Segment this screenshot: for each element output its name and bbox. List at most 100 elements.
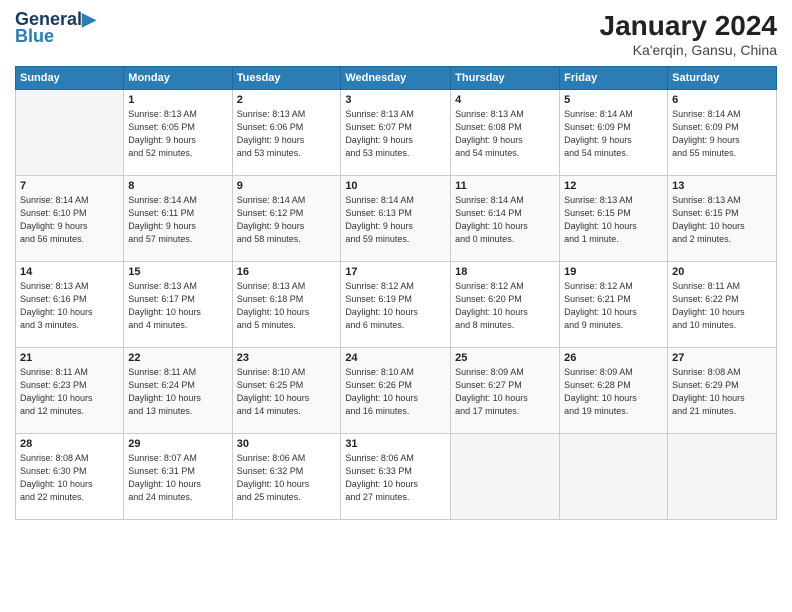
day-info: Sunrise: 8:06 AM Sunset: 6:32 PM Dayligh… xyxy=(237,452,337,504)
table-row: 23 Sunrise: 8:10 AM Sunset: 6:25 PM Dayli… xyxy=(232,348,341,434)
table-row: 11Sunrise: 8:14 AM Sunset: 6:14 PM Dayli… xyxy=(451,176,560,262)
day-info: Sunrise: 8:08 AM Sunset: 6:29 PM Dayligh… xyxy=(672,366,772,418)
day-number: 18 xyxy=(455,266,555,278)
day-info: Sunrise: 8:14 AM Sunset: 6:11 PM Dayligh… xyxy=(128,194,227,246)
table-row xyxy=(560,434,668,520)
col-sunday: Sunday xyxy=(16,67,124,90)
logo-blue: Blue xyxy=(15,26,54,47)
day-info: Sunrise: 8:13 AM Sunset: 6:15 PM Dayligh… xyxy=(564,194,663,246)
table-row: 10 Sunrise: 8:14 AM Sunset: 6:13 PM Dayli… xyxy=(341,176,451,262)
col-friday: Friday xyxy=(560,67,668,90)
day-number: 9 xyxy=(237,180,337,192)
table-row: 12 Sunrise: 8:13 AM Sunset: 6:15 PM Dayli… xyxy=(560,176,668,262)
day-info: Sunrise: 8:14 AM Sunset: 6:13 PM Dayligh… xyxy=(345,194,446,246)
table-row: 1 Sunrise: 8:13 AM Sunset: 6:05 PM Daylig… xyxy=(124,90,232,176)
day-number: 27 xyxy=(672,352,772,364)
page: General▶ Blue January 2024 Ka'erqin, Gan… xyxy=(0,0,792,612)
day-number: 4 xyxy=(455,94,555,106)
title-block: January 2024 Ka'erqin, Gansu, China xyxy=(600,10,777,58)
table-row: 26 Sunrise: 8:09 AM Sunset: 6:28 PM Dayli… xyxy=(560,348,668,434)
day-number: 26 xyxy=(564,352,663,364)
day-info: Sunrise: 8:12 AM Sunset: 6:21 PM Dayligh… xyxy=(564,280,663,332)
table-row: 8 Sunrise: 8:14 AM Sunset: 6:11 PM Daylig… xyxy=(124,176,232,262)
table-row: 3 Sunrise: 8:13 AM Sunset: 6:07 PM Daylig… xyxy=(341,90,451,176)
table-row: 25Sunrise: 8:09 AM Sunset: 6:27 PM Dayli… xyxy=(451,348,560,434)
table-row xyxy=(16,90,124,176)
table-row: 19 Sunrise: 8:12 AM Sunset: 6:21 PM Dayli… xyxy=(560,262,668,348)
day-number: 24 xyxy=(345,352,446,364)
table-row: 9 Sunrise: 8:14 AM Sunset: 6:12 PM Daylig… xyxy=(232,176,341,262)
col-thursday: Thursday xyxy=(451,67,560,90)
table-row: 24 Sunrise: 8:10 AM Sunset: 6:26 PM Dayli… xyxy=(341,348,451,434)
table-row: 22 Sunrise: 8:11 AM Sunset: 6:24 PM Dayli… xyxy=(124,348,232,434)
table-row xyxy=(451,434,560,520)
day-number: 14 xyxy=(20,266,119,278)
main-title: January 2024 xyxy=(600,10,777,42)
table-row: 18 Sunrise: 8:12 AM Sunset: 6:20 PM Dayli… xyxy=(451,262,560,348)
day-number: 12 xyxy=(564,180,663,192)
day-number: 31 xyxy=(345,438,446,450)
day-info: Sunrise: 8:11 AM Sunset: 6:22 PM Dayligh… xyxy=(672,280,772,332)
table-row: 5 Sunrise: 8:14 AM Sunset: 6:09 PM Daylig… xyxy=(560,90,668,176)
table-row: 31 Sunrise: 8:06 AM Sunset: 6:33 PM Dayli… xyxy=(341,434,451,520)
day-info: Sunrise: 8:14 AM Sunset: 6:10 PM Dayligh… xyxy=(20,194,119,246)
day-info: Sunrise: 8:08 AM Sunset: 6:30 PM Dayligh… xyxy=(20,452,119,504)
col-saturday: Saturday xyxy=(668,67,777,90)
day-info: Sunrise: 8:13 AM Sunset: 6:05 PM Dayligh… xyxy=(128,108,227,160)
subtitle: Ka'erqin, Gansu, China xyxy=(600,42,777,58)
day-info: Sunrise: 8:10 AM Sunset: 6:25 PM Dayligh… xyxy=(237,366,337,418)
day-number: 5 xyxy=(564,94,663,106)
day-info: Sunrise: 8:13 AM Sunset: 6:16 PM Dayligh… xyxy=(20,280,119,332)
calendar: Sunday Monday Tuesday Wednesday Thursday… xyxy=(15,66,777,520)
day-number: 23 xyxy=(237,352,337,364)
day-info: Sunrise: 8:10 AM Sunset: 6:26 PM Dayligh… xyxy=(345,366,446,418)
logo: General▶ Blue xyxy=(15,10,96,47)
table-row: 16 Sunrise: 8:13 AM Sunset: 6:18 PM Dayli… xyxy=(232,262,341,348)
day-number: 17 xyxy=(345,266,446,278)
table-row: 17Sunrise: 8:12 AM Sunset: 6:19 PM Dayli… xyxy=(341,262,451,348)
day-number: 22 xyxy=(128,352,227,364)
table-row: 29 Sunrise: 8:07 AM Sunset: 6:31 PM Dayli… xyxy=(124,434,232,520)
day-info: Sunrise: 8:13 AM Sunset: 6:07 PM Dayligh… xyxy=(345,108,446,160)
day-number: 20 xyxy=(672,266,772,278)
day-info: Sunrise: 8:11 AM Sunset: 6:24 PM Dayligh… xyxy=(128,366,227,418)
day-info: Sunrise: 8:07 AM Sunset: 6:31 PM Dayligh… xyxy=(128,452,227,504)
day-info: Sunrise: 8:09 AM Sunset: 6:27 PM Dayligh… xyxy=(455,366,555,418)
day-number: 1 xyxy=(128,94,227,106)
day-info: Sunrise: 8:06 AM Sunset: 6:33 PM Dayligh… xyxy=(345,452,446,504)
table-row: 2 Sunrise: 8:13 AM Sunset: 6:06 PM Daylig… xyxy=(232,90,341,176)
day-info: Sunrise: 8:13 AM Sunset: 6:18 PM Dayligh… xyxy=(237,280,337,332)
day-number: 30 xyxy=(237,438,337,450)
day-info: Sunrise: 8:13 AM Sunset: 6:15 PM Dayligh… xyxy=(672,194,772,246)
day-number: 2 xyxy=(237,94,337,106)
day-info: Sunrise: 8:09 AM Sunset: 6:28 PM Dayligh… xyxy=(564,366,663,418)
day-info: Sunrise: 8:12 AM Sunset: 6:20 PM Dayligh… xyxy=(455,280,555,332)
day-info: Sunrise: 8:14 AM Sunset: 6:12 PM Dayligh… xyxy=(237,194,337,246)
day-number: 21 xyxy=(20,352,119,364)
table-row: 6Sunrise: 8:14 AM Sunset: 6:09 PM Daylig… xyxy=(668,90,777,176)
day-info: Sunrise: 8:13 AM Sunset: 6:06 PM Dayligh… xyxy=(237,108,337,160)
table-row: 15Sunrise: 8:13 AM Sunset: 6:17 PM Dayli… xyxy=(124,262,232,348)
day-info: Sunrise: 8:14 AM Sunset: 6:14 PM Dayligh… xyxy=(455,194,555,246)
col-monday: Monday xyxy=(124,67,232,90)
day-info: Sunrise: 8:13 AM Sunset: 6:08 PM Dayligh… xyxy=(455,108,555,160)
day-number: 3 xyxy=(345,94,446,106)
table-row: 14 Sunrise: 8:13 AM Sunset: 6:16 PM Dayli… xyxy=(16,262,124,348)
day-number: 16 xyxy=(237,266,337,278)
day-number: 13 xyxy=(672,180,772,192)
day-number: 7 xyxy=(20,180,119,192)
table-row: 21Sunrise: 8:11 AM Sunset: 6:23 PM Dayli… xyxy=(16,348,124,434)
table-row: 13 Sunrise: 8:13 AM Sunset: 6:15 PM Dayli… xyxy=(668,176,777,262)
table-row: 20 Sunrise: 8:11 AM Sunset: 6:22 PM Dayli… xyxy=(668,262,777,348)
col-wednesday: Wednesday xyxy=(341,67,451,90)
day-number: 8 xyxy=(128,180,227,192)
day-number: 19 xyxy=(564,266,663,278)
day-info: Sunrise: 8:14 AM Sunset: 6:09 PM Dayligh… xyxy=(564,108,663,160)
day-number: 6 xyxy=(672,94,772,106)
day-number: 15 xyxy=(128,266,227,278)
table-row: 27 Sunrise: 8:08 AM Sunset: 6:29 PM Dayli… xyxy=(668,348,777,434)
table-row: 30 Sunrise: 8:06 AM Sunset: 6:32 PM Dayli… xyxy=(232,434,341,520)
day-number: 29 xyxy=(128,438,227,450)
table-row: 4 Sunrise: 8:13 AM Sunset: 6:08 PM Daylig… xyxy=(451,90,560,176)
day-number: 10 xyxy=(345,180,446,192)
